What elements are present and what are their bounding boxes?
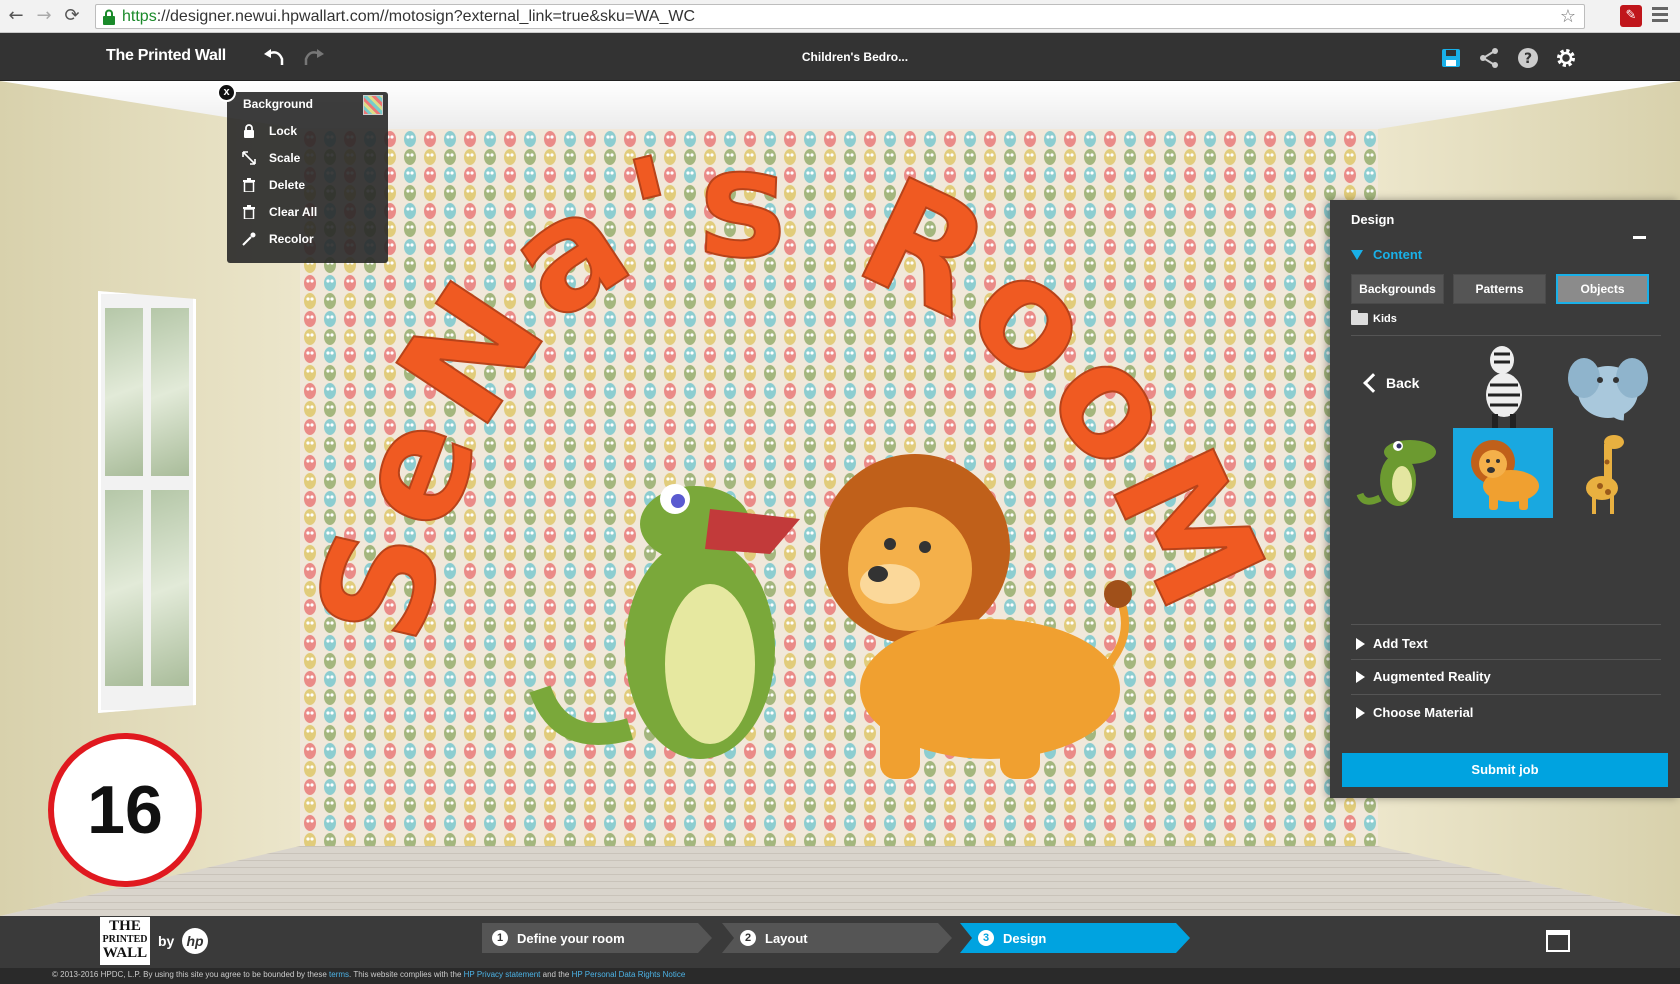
menu-item-recolor[interactable]: Recolor xyxy=(241,229,314,249)
secure-lock-icon xyxy=(103,9,115,25)
tab-backgrounds[interactable]: Backgrounds xyxy=(1351,274,1444,304)
step-number: 3 xyxy=(978,930,994,946)
tab-patterns[interactable]: Patterns xyxy=(1453,274,1546,304)
submit-job-button[interactable]: Submit job xyxy=(1342,753,1668,787)
owl-pattern-background[interactable]: SeNa's RooM xyxy=(300,129,1378,846)
help-icon[interactable]: ? xyxy=(1516,46,1540,70)
copyright-bar: © 2013-2016 HPDC, L.P. By using this sit… xyxy=(0,968,1680,984)
menu-item-lock[interactable]: Lock xyxy=(241,121,297,141)
close-context-menu-button[interactable]: x xyxy=(217,83,236,102)
menu-item-clear-all[interactable]: Clear All xyxy=(241,202,317,222)
object-crocodile[interactable] xyxy=(1350,428,1450,518)
object-giraffe[interactable] xyxy=(1556,428,1656,518)
triangle-right-icon xyxy=(1356,670,1365,683)
step-layout[interactable]: 2 Layout xyxy=(730,923,808,953)
folder-icon xyxy=(1351,310,1368,325)
address-bar[interactable]: https://designer.newui.hpwallart.com//mo… xyxy=(95,4,1585,29)
wall-canvas[interactable]: SeNa's RooM xyxy=(300,129,1378,846)
copyright-text: and the xyxy=(542,970,570,979)
scale-icon xyxy=(241,150,257,166)
menu-item-label: Lock xyxy=(269,124,298,138)
design-title: Children's Bedro... xyxy=(801,50,909,64)
step-number: 1 xyxy=(492,930,508,946)
step-design[interactable]: 3 Design xyxy=(968,923,1046,953)
background-context-menu: Background Lock Scale Delete Clear All R… xyxy=(227,92,388,263)
trash-icon xyxy=(241,204,257,220)
divider xyxy=(1351,659,1661,660)
url-path: ://designer.newui.hpwallart.com//motosig… xyxy=(156,8,696,25)
section-add-text[interactable]: Add Text xyxy=(1356,636,1428,651)
folder-label: Kids xyxy=(1373,313,1397,325)
triangle-right-icon xyxy=(1356,706,1365,719)
back-button[interactable]: Back xyxy=(1363,373,1420,393)
triangle-right-icon xyxy=(1356,637,1365,650)
url-scheme: https xyxy=(122,8,157,25)
printed-wall-logo: THE PRINTED WALL xyxy=(100,917,150,965)
step-number-badge: 16 xyxy=(48,733,202,887)
step-label: Design xyxy=(1003,930,1047,946)
content-section-toggle[interactable]: Content xyxy=(1351,247,1422,262)
step-define-room[interactable]: 1 Define your room xyxy=(482,923,625,953)
hp-logo: hp xyxy=(182,928,208,954)
data-rights-link[interactable]: HP Personal Data Rights Notice xyxy=(572,970,686,979)
browser-menu-icon[interactable] xyxy=(1652,7,1668,25)
section-label: Add Text xyxy=(1373,636,1428,651)
bookmark-star-icon[interactable]: ☆ xyxy=(1560,6,1576,27)
svg-text:?: ? xyxy=(1524,51,1532,67)
triangle-down-icon xyxy=(1351,249,1363,260)
section-label: Choose Material xyxy=(1373,705,1474,720)
menu-item-scale[interactable]: Scale xyxy=(241,148,300,168)
forward-arrow-icon[interactable]: → xyxy=(34,6,54,26)
object-zebra[interactable] xyxy=(1452,340,1552,430)
lock-icon xyxy=(241,123,257,139)
footer-bar: THE PRINTED WALL by hp 1 Define your roo… xyxy=(0,916,1680,968)
section-augmented-reality[interactable]: Augmented Reality xyxy=(1356,669,1491,684)
divider xyxy=(1351,694,1661,695)
menu-item-label: Scale xyxy=(269,151,301,165)
menu-item-label: Delete xyxy=(269,178,306,192)
section-label: Augmented Reality xyxy=(1373,669,1491,684)
copyright-text: © 2013-2016 HPDC, L.P. By using this sit… xyxy=(52,970,327,979)
object-elephant[interactable] xyxy=(1556,340,1656,430)
maximize-window-icon[interactable] xyxy=(1546,930,1570,952)
copyright-text: . This website complies with the xyxy=(349,970,462,979)
url-text: https://designer.newui.hpwallart.com//mo… xyxy=(122,8,695,26)
back-label: Back xyxy=(1386,375,1420,391)
menu-item-label: Clear All xyxy=(269,205,318,219)
room-window xyxy=(98,291,196,713)
content-section-label: Content xyxy=(1373,247,1423,262)
settings-gear-icon[interactable] xyxy=(1554,46,1578,70)
design-panel: Design Content Backgrounds Patterns Obje… xyxy=(1330,200,1680,798)
context-menu-title: Background xyxy=(243,97,314,111)
terms-link[interactable]: terms xyxy=(329,970,349,979)
step-number: 2 xyxy=(740,930,756,946)
chevron-left-icon xyxy=(1363,373,1383,393)
by-label: by xyxy=(158,933,175,949)
eyedropper-icon xyxy=(241,231,257,247)
pdf-extension-icon[interactable]: ✎ xyxy=(1620,5,1642,27)
background-thumbnail xyxy=(363,95,383,115)
menu-item-label: Recolor xyxy=(269,232,314,246)
divider xyxy=(1351,624,1661,625)
section-choose-material[interactable]: Choose Material xyxy=(1356,705,1473,720)
folder-breadcrumb[interactable]: Kids xyxy=(1351,310,1397,325)
menu-item-delete[interactable]: Delete xyxy=(241,175,305,195)
object-lion-selected[interactable] xyxy=(1453,428,1553,518)
reload-icon[interactable]: ⟳ xyxy=(62,6,82,26)
trash-icon xyxy=(241,177,257,193)
tab-objects[interactable]: Objects xyxy=(1556,274,1649,304)
step-label: Layout xyxy=(765,930,808,946)
step-label: Define your room xyxy=(517,930,625,946)
panel-title: Design xyxy=(1351,212,1395,227)
app-header: The Printed Wall Children's Bedro... ? xyxy=(0,33,1680,81)
privacy-link[interactable]: HP Privacy statement xyxy=(464,970,541,979)
back-arrow-icon[interactable]: ← xyxy=(6,6,26,26)
divider xyxy=(1351,335,1661,336)
share-icon[interactable] xyxy=(1477,46,1501,70)
minimize-panel-icon[interactable] xyxy=(1633,236,1646,239)
save-icon[interactable] xyxy=(1439,46,1463,70)
browser-toolbar: ← → ⟳ https://designer.newui.hpwallart.c… xyxy=(0,0,1680,33)
